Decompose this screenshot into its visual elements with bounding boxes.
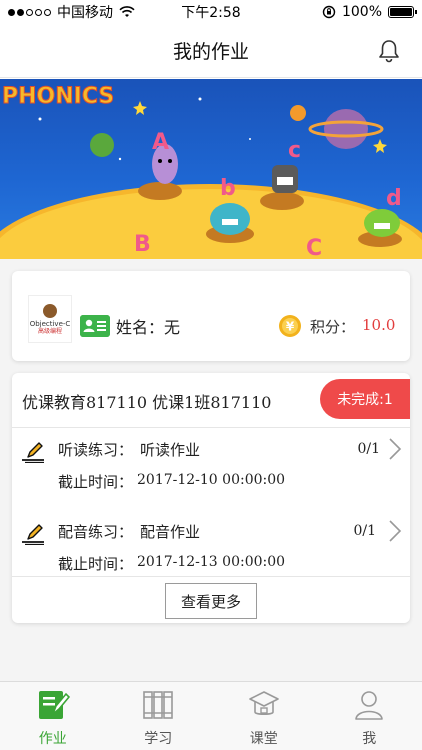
homework-card: 优课教育817110 优课1班817110 未完成:1 听读练习： 听读作业 截…: [12, 373, 410, 623]
name-label: 姓名：: [116, 318, 165, 337]
task-name: 听读作业: [140, 441, 201, 459]
wifi-icon: [119, 6, 135, 17]
chevron-right-icon: [389, 438, 402, 460]
points-value: 10.0: [362, 316, 396, 334]
tab-label: 我: [362, 731, 377, 747]
incomplete-status-badge[interactable]: 未完成:1: [320, 379, 410, 419]
svg-text:¥: ¥: [286, 320, 295, 334]
phonics-banner-illustration: PHONICS A b c d B C: [0, 84, 422, 259]
name-value: 无: [164, 318, 181, 337]
bell-icon[interactable]: [376, 38, 402, 64]
task-progress: 0/1: [353, 523, 376, 539]
points-label: 积分：: [310, 318, 356, 336]
pencil-icon: [22, 524, 44, 545]
status-time: 下午2:58: [181, 5, 241, 21]
chevron-right-icon: [389, 520, 402, 542]
profile-card: Objective-C 高级编程 姓名：无 ¥ 积分： 10.0: [12, 271, 410, 361]
deadline-value: 2017-12-10 00:00:00: [137, 472, 286, 488]
page-content: Objective-C 高级编程 姓名：无 ¥ 积分： 10.0 优课教育817…: [0, 259, 422, 681]
tab-label: 课堂: [249, 731, 278, 747]
task-type: 听读练习：: [58, 441, 134, 459]
carrier-label: 中国移动: [57, 5, 113, 21]
person-icon: [355, 691, 384, 720]
book-subtitle: 高级编程: [37, 327, 62, 335]
book-title: Objective-C: [29, 319, 71, 328]
divider: [12, 427, 410, 428]
svg-text:b: b: [220, 176, 236, 201]
phonics-logo-text: PHONICS: [2, 84, 114, 109]
rotation-lock-icon: [322, 5, 336, 19]
deadline-label: 截止时间：: [58, 555, 134, 573]
book-cover-icon: [43, 303, 57, 318]
deadline-label: 截止时间：: [58, 473, 134, 491]
page-title: 我的作业: [172, 41, 249, 63]
tab-bar: 作业 学习 课堂 我: [0, 681, 422, 750]
svg-text:A: A: [152, 130, 169, 155]
banner-image[interactable]: PHONICS A b c d B C: [0, 79, 422, 259]
pencil-icon: [22, 442, 44, 463]
books-icon: [143, 691, 174, 719]
id-card-icon: [80, 315, 110, 337]
student-name: 姓名：无: [116, 314, 180, 338]
view-more-button[interactable]: 查看更多: [165, 583, 257, 619]
status-bar: 中国移动 下午2:58 100%: [0, 0, 422, 24]
svg-text:B: B: [134, 232, 151, 257]
tab-label: 学习: [144, 731, 173, 747]
deadline-value: 2017-12-13 00:00:00: [137, 554, 286, 570]
battery-icon: [388, 6, 417, 18]
svg-text:c: c: [288, 138, 301, 163]
tab-label: 作业: [38, 731, 67, 747]
task-name: 配音作业: [140, 523, 201, 541]
class-name: 优课教育817110 优课1班817110: [22, 393, 272, 412]
tab-classroom[interactable]: 课堂: [211, 682, 317, 750]
tab-study[interactable]: 学习: [106, 682, 212, 750]
nav-bar: 我的作业: [0, 24, 422, 78]
divider: [12, 576, 410, 577]
signal-icon: [8, 8, 51, 16]
tab-homework[interactable]: 作业: [0, 682, 106, 750]
task-progress: 0/1: [357, 441, 380, 457]
svg-text:d: d: [386, 186, 402, 211]
book-thumbnail: Objective-C 高级编程: [28, 295, 72, 343]
status-left: 中国移动: [8, 2, 135, 22]
homework-task-item[interactable]: 听读练习： 听读作业 截止时间： 2017-12-10 00:00:00 0/1: [12, 431, 410, 505]
classroom-icon: [248, 691, 279, 716]
tab-me[interactable]: 我: [317, 682, 422, 750]
homework-icon: [38, 691, 70, 719]
svg-text:C: C: [306, 236, 322, 259]
battery-percent: 100%: [341, 4, 382, 20]
task-type: 配音练习：: [58, 523, 134, 541]
status-right: 100%: [322, 4, 417, 20]
coin-icon: ¥: [279, 315, 301, 337]
